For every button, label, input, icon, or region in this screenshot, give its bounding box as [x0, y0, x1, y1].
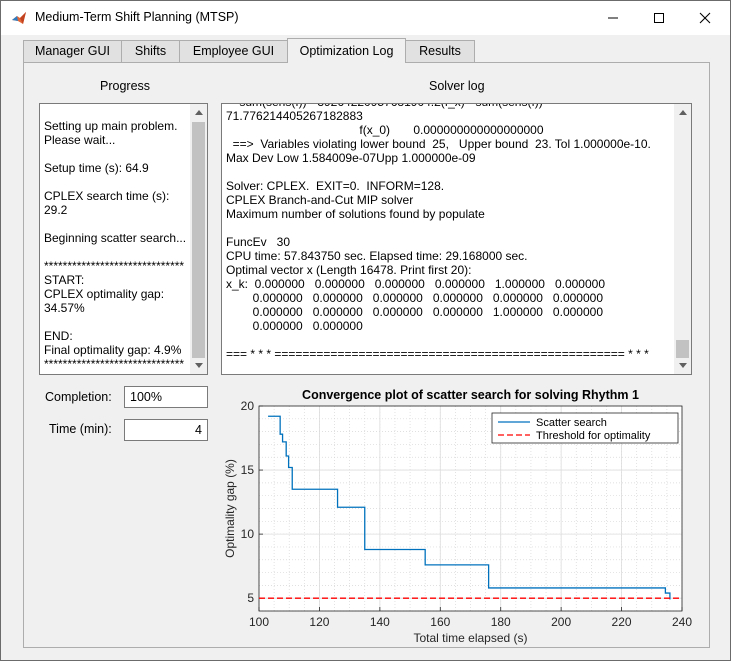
solver-log-line: 0.000000 0.000000: [226, 319, 363, 333]
progress-line: [44, 315, 186, 329]
solver-log-scrollbar[interactable]: [674, 104, 691, 374]
x-tick-label: 140: [370, 615, 390, 629]
solver-log-line: CPLEX Branch-and-Cut MIP solver: [226, 193, 414, 207]
x-tick-label: 240: [672, 615, 692, 629]
x-tick-label: 200: [551, 615, 571, 629]
progress-line: [44, 175, 186, 189]
tab-shifts[interactable]: Shifts: [121, 40, 180, 62]
chevron-down-icon: [678, 363, 687, 368]
chevron-up-icon: [194, 110, 203, 115]
solver-log-line: 71.776214405267182883: [226, 109, 363, 123]
progress-line: START:: [44, 273, 85, 287]
solver-log-line: [226, 221, 651, 235]
solver-log-line: x_k: 0.000000 0.000000 0.000000 0.000000…: [226, 277, 605, 291]
progress-line: 34.57%: [44, 301, 85, 315]
solver-log-line: f(x_0) 0.000000000000000000: [226, 123, 544, 137]
x-tick-label: 180: [491, 615, 511, 629]
y-tick-label: 10: [241, 527, 255, 541]
scroll-up-arrow[interactable]: [190, 104, 207, 121]
solver-log-heading: Solver log: [429, 79, 485, 93]
progress-line: Please wait...: [44, 133, 116, 147]
tab-results[interactable]: Results: [405, 40, 475, 62]
x-tick-label: 220: [612, 615, 632, 629]
completion-field[interactable]: 100%: [124, 386, 208, 408]
completion-label: Completion:: [45, 390, 112, 404]
scroll-down-arrow[interactable]: [674, 357, 691, 374]
title-bar[interactable]: Medium-Term Shift Planning (MTSP): [1, 1, 730, 35]
tab-optimization-log[interactable]: Optimization Log: [287, 38, 406, 63]
solver-log-line: 0.000000 0.000000 0.000000 0.000000 0.00…: [226, 291, 603, 305]
tab-employee-gui[interactable]: Employee GUI: [179, 40, 288, 62]
maximize-icon: [654, 13, 664, 23]
progress-line: CPLEX search time (s):: [44, 189, 170, 203]
minimize-icon: [608, 17, 618, 19]
solver-log-line: ==> Variables violating lower bound 25, …: [226, 137, 651, 151]
progress-textarea[interactable]: Setting up main problem. Please wait... S…: [39, 103, 208, 375]
solver-log-line: Maximum number of solutions found by pop…: [226, 207, 485, 221]
y-tick-label: 15: [241, 463, 255, 477]
window-title: Medium-Term Shift Planning (MTSP): [35, 10, 239, 24]
progress-line: ******************************: [44, 259, 185, 273]
progress-line: Beginning scatter search...: [44, 231, 187, 245]
solver-log-line: Max Dev Low 1.584009e-07Upp 1.000000e-09: [226, 151, 476, 165]
progress-line: [44, 147, 186, 161]
x-tick-label: 100: [249, 615, 269, 629]
time-label: Time (min):: [49, 422, 112, 436]
legend-label: Scatter search: [536, 417, 607, 429]
legend-label: Threshold for optimality: [536, 430, 651, 442]
tab-manager-gui[interactable]: Manager GUI: [23, 40, 122, 62]
solver-log-line: Optimal vector x (Length 16478. Print fi…: [226, 263, 472, 277]
scroll-up-arrow[interactable]: [674, 104, 691, 121]
solver-log-line: Solver: CPLEX. EXIT=0. INFORM=128.: [226, 179, 445, 193]
progress-heading: Progress: [100, 79, 151, 93]
solver-log-line: [226, 165, 651, 179]
solver-log-text: sum(sens(f)) - 39264220957681904.2(f_x) …: [226, 104, 651, 361]
time-field[interactable]: 4: [124, 419, 208, 441]
convergence-chart: 100 120 140 160 180 200 220 240 5 10 15 20 Convergen…: [223, 388, 692, 645]
progress-line: Final optimality gap: 4.9%: [44, 343, 182, 357]
progress-line: [44, 245, 186, 259]
solver-log-line: CPU time: 57.843750 sec. Elapsed time: 2…: [226, 249, 528, 263]
app-window: Medium-Term Shift Planning (MTSP) Manage…: [0, 0, 731, 661]
x-axis-label: Total time elapsed (s): [413, 631, 527, 645]
y-tick-label: 20: [241, 399, 255, 413]
minimize-button[interactable]: [590, 1, 636, 35]
solver-log-line: [226, 333, 651, 347]
y-tick-label: 5: [247, 591, 254, 605]
solver-log-line: 0.000000 0.000000 0.000000 0.000000 1.00…: [226, 305, 603, 319]
chevron-up-icon: [678, 110, 687, 115]
solver-log-line: === * * * ==============================…: [226, 347, 649, 361]
solver-log-textarea[interactable]: sum(sens(f)) - 39264220957681904.2(f_x) …: [221, 103, 692, 375]
close-icon: [699, 12, 711, 24]
scroll-thumb[interactable]: [676, 340, 689, 358]
progress-text: Setting up main problem. Please wait... S…: [44, 119, 186, 371]
solver-log-line: FuncEv 30: [226, 235, 291, 249]
scroll-thumb[interactable]: [192, 122, 205, 358]
matlab-logo-icon: [12, 12, 26, 24]
progress-scrollbar[interactable]: [190, 104, 207, 374]
chart-title: Convergence plot of scatter search for s…: [302, 388, 639, 402]
scroll-down-arrow[interactable]: [190, 357, 207, 374]
progress-line: Setting up main problem.: [44, 119, 178, 133]
progress-line: CPLEX optimality gap:: [44, 287, 165, 301]
progress-line: ******************************: [44, 357, 185, 371]
chevron-down-icon: [194, 363, 203, 368]
progress-line: 29.2: [44, 203, 68, 217]
progress-line: Setup time (s): 64.9: [44, 161, 149, 175]
progress-line: [44, 217, 186, 231]
x-tick-label: 120: [309, 615, 329, 629]
maximize-button[interactable]: [636, 1, 682, 35]
progress-line: END:: [44, 329, 73, 343]
close-button[interactable]: [682, 1, 728, 35]
y-axis-label: Optimality gap (%): [223, 459, 237, 558]
x-tick-label: 160: [430, 615, 450, 629]
